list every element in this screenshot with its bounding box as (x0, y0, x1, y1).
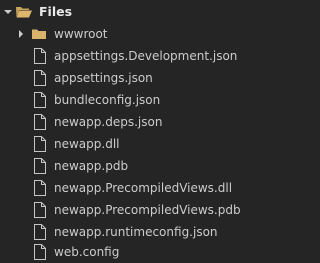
tree-file[interactable]: newapp.deps.json (0, 111, 242, 133)
tree-item-label: newapp.dll (54, 137, 120, 151)
tree-file[interactable]: appsettings.Development.json (0, 45, 242, 67)
tree-item-label: appsettings.json (54, 71, 153, 85)
tree-item-label: newapp.PrecompiledViews.pdb (54, 203, 241, 217)
file-icon (33, 180, 47, 196)
folder-open-icon (15, 4, 33, 20)
tree-root-label: Files (39, 4, 73, 19)
tree-file[interactable]: newapp.dll (0, 133, 242, 155)
file-explorer-tree: Files wwwroot appsettings.Development.js… (0, 0, 242, 263)
tree-folder-wwwroot[interactable]: wwwroot (0, 23, 242, 45)
tree-file[interactable]: newapp.PrecompiledViews.pdb (0, 199, 242, 221)
folder-icon (31, 26, 47, 42)
chevron-down-icon[interactable] (3, 7, 13, 17)
file-icon (33, 92, 47, 108)
tree-item-label: newapp.PrecompiledViews.dll (54, 181, 233, 195)
tree-item-label: newapp.pdb (54, 159, 129, 173)
file-icon (33, 202, 47, 218)
tree-item-label: newapp.deps.json (54, 115, 163, 129)
file-icon (33, 48, 47, 64)
tree-item-label: wwwroot (54, 27, 108, 41)
tree-file[interactable]: appsettings.json (0, 67, 242, 89)
chevron-right-icon[interactable] (16, 29, 26, 39)
tree-item-label: web.config (54, 245, 120, 259)
file-icon (33, 70, 47, 86)
file-icon (33, 244, 47, 260)
tree-root-files[interactable]: Files (0, 1, 242, 23)
tree-file[interactable]: web.config (0, 241, 242, 263)
tree-item-label: appsettings.Development.json (54, 49, 238, 63)
file-icon (33, 158, 47, 174)
tree-item-label: bundleconfig.json (54, 93, 161, 107)
tree-file[interactable]: newapp.PrecompiledViews.dll (0, 177, 242, 199)
file-icon (33, 224, 47, 240)
tree-file[interactable]: newapp.pdb (0, 155, 242, 177)
tree-file[interactable]: bundleconfig.json (0, 89, 242, 111)
file-icon (33, 136, 47, 152)
tree-file[interactable]: newapp.runtimeconfig.json (0, 221, 242, 243)
file-icon (33, 114, 47, 130)
tree-item-label: newapp.runtimeconfig.json (54, 225, 218, 239)
